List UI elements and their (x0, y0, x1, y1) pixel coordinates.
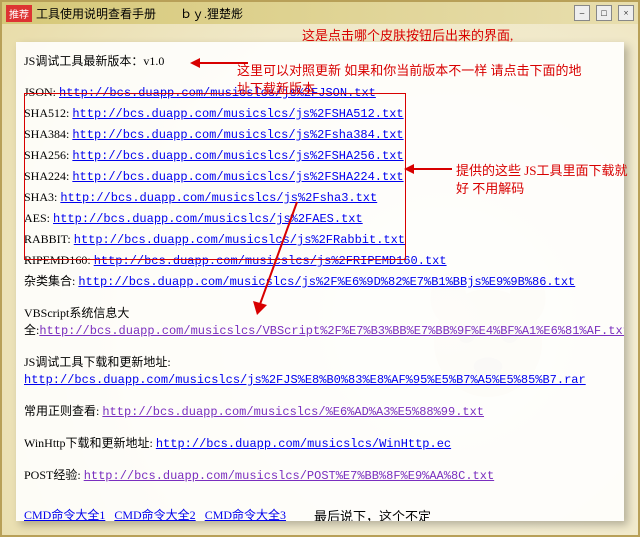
regex-link[interactable]: http://bcs.duapp.com/musicslcs/%E6%AD%A3… (102, 405, 484, 419)
window-buttons: – □ × (574, 5, 634, 21)
annotation-right-l1: 提供的这些 JS工具里面下载就 (456, 163, 628, 178)
regex-label: 常用正则查看: (24, 404, 102, 418)
url-list-label: RIPEMD160: (24, 253, 94, 267)
url-list-label: SHA384: (24, 127, 72, 141)
url-list-link[interactable]: http://bcs.duapp.com/musicslcs/js%2FAES.… (53, 212, 363, 226)
url-list-item: SHA512: http://bcs.duapp.com/musicslcs/j… (24, 105, 616, 123)
final-note: 最后说下，这个不定时点下右键刷新，有时内容更新了会不立即显示的 需要自己刷新 (314, 504, 616, 521)
close-button[interactable]: × (618, 5, 634, 21)
bottom-link[interactable]: CMD命令大全3 (205, 508, 286, 521)
js-download-label: JS调试工具下载和更新地址: (24, 355, 171, 369)
winhttp-label: WinHttp下载和更新地址: (24, 436, 156, 450)
url-list-item: SHA384: http://bcs.duapp.com/musicslcs/j… (24, 126, 616, 144)
url-list-label: SHA512: (24, 106, 72, 120)
url-list-item: RIPEMD160: http://bcs.duapp.com/musicslc… (24, 252, 616, 270)
title-bar: 推荐 工具使用说明查看手册 ｂｙ.狸楚烿 – □ × (2, 2, 638, 24)
annotation-middle-l2: 址下载新版本 (237, 81, 315, 96)
url-list-link[interactable]: http://bcs.duapp.com/musicslcs/js%2FSHA2… (72, 149, 403, 163)
url-list-item: RABBIT: http://bcs.duapp.com/musicslcs/j… (24, 231, 616, 249)
annotation-right: 提供的这些 JS工具里面下载就 好 不用解码 (456, 162, 628, 198)
post-label: POST经验: (24, 468, 84, 482)
bottom-row-1: CMD命令大全1 CMD命令大全2 CMD命令大全3 (24, 507, 314, 521)
window-title: 工具使用说明查看手册 ｂｙ.狸楚烿 (36, 5, 574, 22)
url-list-item: AES: http://bcs.duapp.com/musicslcs/js%2… (24, 210, 616, 228)
url-list-item: 杂类集合: http://bcs.duapp.com/musicslcs/js%… (24, 273, 616, 291)
winhttp-line: WinHttp下载和更新地址: http://bcs.duapp.com/mus… (24, 435, 616, 453)
url-list-label: SHA3: (24, 190, 60, 204)
url-list-label: SHA224: (24, 169, 72, 183)
title-badge: 推荐 (6, 5, 32, 22)
url-list-link[interactable]: http://bcs.duapp.com/musicslcs/js%2FRabb… (74, 233, 405, 247)
annotation-top: 这是点击哪个皮肤按钮后出来的界面, (302, 27, 513, 45)
url-list-link[interactable]: http://bcs.duapp.com/musicslcs/js%2FSHA2… (72, 170, 403, 184)
bottom-section: CMD命令大全1 CMD命令大全2 CMD命令大全3 正则表达式口诀 Windo… (24, 504, 616, 521)
vbscript-line: VBScript系统信息大全:http://bcs.duapp.com/musi… (24, 305, 616, 340)
annotation-middle-l1: 这里可以对照更新 如果和你当前版本不一样 请点击下面的地 (237, 63, 582, 78)
url-list-link[interactable]: http://bcs.duapp.com/musicslcs/js%2Fsha3… (72, 128, 403, 142)
url-list-link[interactable]: http://bcs.duapp.com/musicslcs/js%2F%E6%… (78, 275, 575, 289)
annotation-right-l2: 好 不用解码 (456, 181, 524, 196)
vbscript-link[interactable]: http://bcs.duapp.com/musicslcs/VBScript%… (39, 324, 624, 338)
post-link[interactable]: http://bcs.duapp.com/musicslcs/POST%E7%B… (84, 469, 494, 483)
js-download-link[interactable]: http://bcs.duapp.com/musicslcs/js%2FJS%E… (24, 373, 586, 387)
url-list-label: JSON: (24, 85, 59, 99)
url-list-link[interactable]: http://bcs.duapp.com/musicslcs/js%2FRIPE… (94, 254, 447, 268)
bottom-links: CMD命令大全1 CMD命令大全2 CMD命令大全3 正则表达式口诀 Windo… (24, 504, 314, 521)
url-list-label: AES: (24, 211, 53, 225)
app-window: 推荐 工具使用说明查看手册 ｂｙ.狸楚烿 – □ × 这是点击哪个皮肤按钮后出来… (0, 0, 640, 537)
content-panel: JS调试工具最新版本：v1.0 JSON: http://bcs.duapp.c… (16, 42, 624, 521)
annotation-middle: 这里可以对照更新 如果和你当前版本不一样 请点击下面的地 址下载新版本 (237, 62, 582, 98)
bottom-link[interactable]: CMD命令大全2 (114, 508, 195, 521)
minimize-button[interactable]: – (574, 5, 590, 21)
js-download-line: JS调试工具下载和更新地址: http://bcs.duapp.com/musi… (24, 354, 616, 389)
winhttp-link[interactable]: http://bcs.duapp.com/musicslcs/WinHttp.e… (156, 437, 451, 451)
url-list-label: SHA256: (24, 148, 72, 162)
maximize-button[interactable]: □ (596, 5, 612, 21)
url-list-link[interactable]: http://bcs.duapp.com/musicslcs/js%2FSHA5… (72, 107, 403, 121)
url-list-label: RABBIT: (24, 232, 74, 246)
bottom-link[interactable]: CMD命令大全1 (24, 508, 105, 521)
regex-line: 常用正则查看: http://bcs.duapp.com/musicslcs/%… (24, 403, 616, 421)
post-line: POST经验: http://bcs.duapp.com/musicslcs/P… (24, 467, 616, 485)
url-list-label: 杂类集合: (24, 274, 78, 288)
url-list-link[interactable]: http://bcs.duapp.com/musicslcs/js%2Fsha3… (60, 191, 377, 205)
